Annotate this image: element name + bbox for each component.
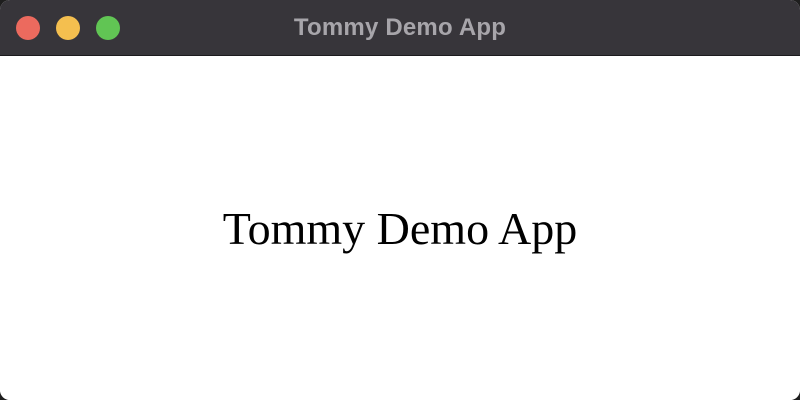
title-bar[interactable]: Tommy Demo App [0,0,800,56]
window-title: Tommy Demo App [293,14,507,41]
main-content: Tommy Demo App [0,56,800,400]
app-label: Tommy Demo App [222,203,578,254]
app-window: Tommy Demo App Tommy Demo App [0,0,800,400]
